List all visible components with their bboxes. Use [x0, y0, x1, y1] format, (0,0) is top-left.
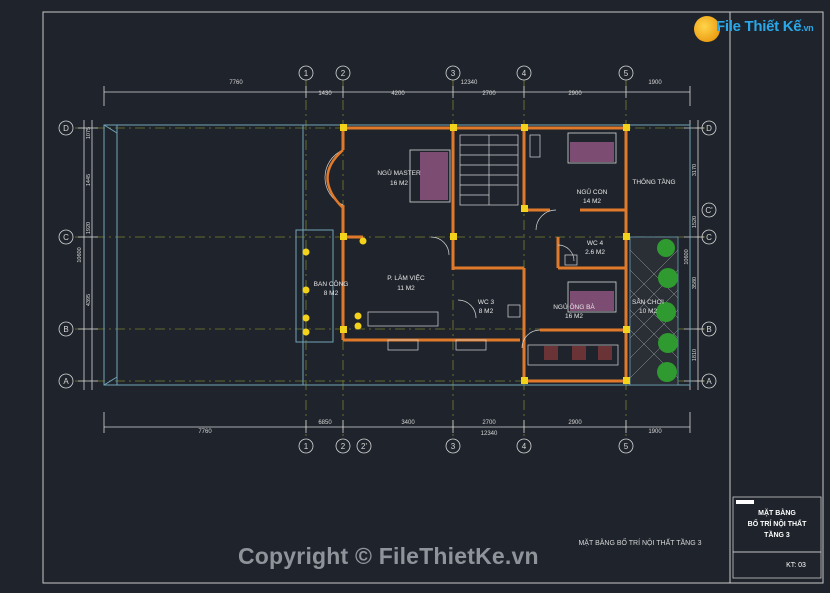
dim-text: 10600: [684, 249, 690, 264]
grid-label-bottom: 1: [304, 442, 309, 451]
grid-label-right: B: [706, 325, 711, 334]
logo-tld: .vn: [801, 23, 814, 33]
title-line-1: MẶT BẰNG: [758, 508, 796, 517]
grid-label-bottom: 5: [624, 442, 629, 451]
drawing-frame: [42, 11, 824, 584]
grid-label-top: 3: [451, 69, 456, 78]
room-area: 8 M2: [324, 290, 339, 297]
grid-label-left: D: [63, 124, 69, 133]
dimension-texts-bottom: 7760 6850 3400 2700 12340 2900 1900: [198, 420, 662, 437]
dim-text: 1900: [648, 80, 662, 86]
room-name: THÔNG TẦNG: [632, 176, 675, 186]
grid-label-right: C: [706, 233, 712, 242]
drawing-stage: 1 2 3 4 5 1 2 2' 3 4 5 D C B A D C' C B …: [0, 0, 830, 588]
grid-label-bottom: 3: [451, 442, 456, 451]
room-labels: NGỦ MASTER 16 M2 NGỦ CON 14 M2 THÔNG TẦN…: [314, 168, 676, 320]
room-name: NGỦ CON: [577, 187, 608, 196]
dim-text: 3400: [401, 420, 415, 426]
sheet-number: KT: 03: [786, 562, 806, 569]
grid-bubbles-right: D C' C B A: [701, 120, 717, 389]
room-area: 10 M2: [639, 308, 657, 315]
grid-label-left: B: [63, 325, 68, 334]
room-area: 8 M2: [479, 308, 494, 315]
grid-label-right: C': [705, 206, 713, 215]
dim-text: 4200: [391, 91, 405, 97]
grid-label-top: 2: [341, 69, 346, 78]
brand-logo: File Thiết Kế.vn: [694, 14, 814, 44]
dim-text: 3580: [692, 277, 698, 289]
room-name: BAN CÔNG: [314, 279, 349, 288]
room-name: SÂN CHƠI: [632, 297, 664, 306]
grid-bubbles-bottom: 1 2 2' 3 4 5: [298, 438, 634, 454]
staircase: [459, 134, 519, 206]
room-name: P. LÀM VIỆC: [387, 273, 425, 282]
grid-label-top: 4: [522, 69, 527, 78]
grid-label-bottom: 2: [341, 442, 346, 451]
bed-covers: [420, 142, 614, 311]
dimension-texts-top: 7760 1430 4200 12340 2700 2900 1900: [229, 80, 662, 97]
door-swings: [324, 149, 575, 349]
grid-label-right: A: [706, 377, 712, 386]
title-line-3: TẦNG 3: [764, 529, 790, 539]
grid-bubbles-top: 1 2 3 4 5: [298, 65, 634, 81]
room-area: 16 M2: [390, 180, 408, 187]
floor-plan-drawing: 1 2 3 4 5 1 2 2' 3 4 5 D C B A D C' C B …: [42, 11, 824, 584]
dim-text: 2700: [482, 91, 496, 97]
dim-text: 1810: [692, 349, 698, 361]
room-area: 14 M2: [583, 198, 601, 205]
chairs: [544, 346, 612, 360]
grid-label-top: 5: [624, 69, 629, 78]
dim-text: 1075: [86, 127, 92, 139]
title-line-2: BỐ TRÍ NỘI THẤT: [748, 518, 807, 528]
room-name: WC 3: [478, 299, 495, 306]
room-name: NGỦ ÔNG BÀ: [553, 302, 595, 311]
dimension-texts-left: 1075 1445 10600 4395 1920: [77, 127, 92, 306]
dim-text: 1520: [692, 216, 698, 228]
dim-text: 1920: [86, 222, 92, 234]
room-name: NGỦ MASTER: [377, 168, 421, 177]
grid-label-bottom: 4: [522, 442, 527, 451]
dim-text: 3170: [692, 164, 698, 176]
grid-bubbles-left: D C B A: [58, 120, 74, 389]
dim-text: 12340: [481, 431, 498, 437]
dim-text: 1900: [648, 429, 662, 435]
logo-text: File Thiết Kế.vn: [716, 18, 814, 35]
dim-text: 2700: [482, 420, 496, 426]
room-name: WC 4: [587, 240, 604, 247]
dim-text: 4395: [86, 294, 92, 306]
dim-text: 7760: [198, 429, 212, 435]
dim-text: 7760: [229, 80, 243, 86]
title-block: MẶT BẰNG BỐ TRÍ NỘI THẤT TẦNG 3 KT: 03: [732, 496, 822, 579]
room-area: 2.6 M2: [585, 249, 605, 256]
grid-label-top: 1: [304, 69, 309, 78]
grid-label-left: C: [63, 233, 69, 242]
dimension-texts-right: 3170 1520 10600 3580 1810: [684, 164, 698, 361]
dim-text: 12340: [461, 80, 478, 86]
grid-label-left: A: [63, 377, 69, 386]
sheet-caption: MẶT BẰNG BỐ TRÍ NỘI THẤT TẦNG 3: [578, 537, 701, 547]
grid-lines: [75, 80, 705, 440]
room-area: 11 M2: [397, 285, 415, 292]
dim-text: 6850: [318, 420, 332, 426]
copyright-watermark: Copyright © FileThietKe.vn: [238, 543, 539, 569]
walls: [341, 126, 628, 383]
logo-brand: File Thiết Kế: [716, 18, 802, 35]
dim-text: 10600: [77, 247, 83, 262]
grid-label-right: D: [706, 124, 712, 133]
grid-label-bottom: 2': [361, 442, 367, 451]
dim-text: 2900: [568, 420, 582, 426]
bay-window: [326, 149, 344, 209]
room-area: 16 M2: [565, 313, 583, 320]
dim-text: 1430: [318, 91, 332, 97]
dim-text: 1445: [86, 174, 92, 186]
dim-text: 2900: [568, 91, 582, 97]
